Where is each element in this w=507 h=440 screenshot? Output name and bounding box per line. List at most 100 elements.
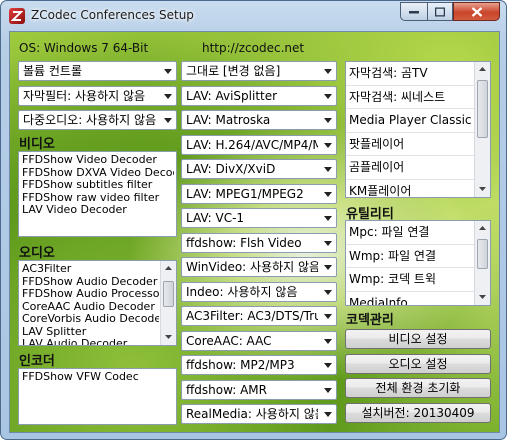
list-item[interactable]: 자막검색: 씨네스트 xyxy=(346,86,474,109)
list-item[interactable]: FFDShow Video Decoder xyxy=(22,154,174,167)
flash-video-combo[interactable]: ffdshow: Flsh Video xyxy=(181,233,337,253)
minimize-button[interactable] xyxy=(400,2,427,21)
source-filter-combo[interactable]: 그대로 [변경 없음] xyxy=(181,61,337,81)
chevron-down-icon[interactable] xyxy=(319,234,336,252)
video-settings-button[interactable]: 비디오 설정 xyxy=(345,329,491,349)
combo-value: LAV: MPEG1/MPEG2 xyxy=(186,187,304,201)
list-item[interactable]: 곰플레이어 xyxy=(346,156,474,180)
scroll-down-icon[interactable] xyxy=(475,290,490,305)
chevron-down-icon[interactable] xyxy=(319,332,336,350)
client-area: OS: Windows 7 64-Bit http://zcodec.net 볼… xyxy=(9,31,500,433)
aac-decoder-combo[interactable]: CoreAAC: AAC xyxy=(181,331,337,351)
scroll-up-icon[interactable] xyxy=(161,261,176,276)
chevron-down-icon[interactable] xyxy=(319,258,336,276)
combo-value: 다중오디오: 사용하지 않음 xyxy=(23,113,157,127)
reset-all-button[interactable]: 전체 환경 초기화 xyxy=(345,378,491,398)
chevron-down-icon[interactable] xyxy=(319,381,336,399)
list-item[interactable]: KM플레이어 xyxy=(346,180,474,198)
player-tools-list[interactable]: 자막검색: 곰TV 자막검색: 씨네스트 Media Player Classi… xyxy=(345,61,491,198)
audio-settings-button[interactable]: 오디오 설정 xyxy=(345,354,491,374)
player-list-scrollbar[interactable] xyxy=(474,62,490,197)
list-item[interactable]: 팟플레이어 xyxy=(346,133,474,156)
chevron-down-icon[interactable] xyxy=(319,209,336,227)
encoder-section-title: 인코더 xyxy=(19,354,55,369)
list-item[interactable]: CoreVorbis Audio Decoder xyxy=(22,313,159,326)
combo-value: LAV: AviSplitter xyxy=(186,89,278,103)
chevron-down-icon[interactable] xyxy=(319,160,336,178)
version-button[interactable]: 설치버전: 20130409 xyxy=(345,403,491,423)
list-item[interactable]: Media Player Classic xyxy=(346,109,474,133)
list-item[interactable]: FFDShow VFW Codec xyxy=(22,371,174,384)
maximize-button[interactable] xyxy=(427,2,453,21)
chevron-down-icon[interactable] xyxy=(319,307,336,325)
list-item[interactable]: LAV Splitter xyxy=(22,326,159,339)
amr-decoder-combo[interactable]: ffdshow: AMR xyxy=(181,380,337,400)
chevron-down-icon[interactable] xyxy=(159,87,176,105)
list-item[interactable]: FFDShow Audio Decoder xyxy=(22,276,159,289)
chevron-down-icon[interactable] xyxy=(159,62,176,80)
close-button[interactable] xyxy=(453,2,500,21)
vc1-decoder-combo[interactable]: LAV: VC-1 xyxy=(181,208,337,228)
list-item[interactable]: FFDShow subtitles filter xyxy=(22,179,174,192)
mpeg-decoder-combo[interactable]: LAV: MPEG1/MPEG2 xyxy=(181,184,337,204)
combo-value: LAV: DivX/XviD xyxy=(186,162,276,176)
indeo-combo[interactable]: Indeo: 사용하지 않음 xyxy=(181,282,337,302)
subtitle-filter-combo[interactable]: 자막필터: 사용하지 않음 xyxy=(18,86,177,106)
list-item[interactable]: CoreAAC Audio Decoder xyxy=(22,301,159,314)
chevron-down-icon[interactable] xyxy=(319,356,336,374)
scroll-thumb[interactable] xyxy=(163,281,174,307)
chevron-down-icon[interactable] xyxy=(319,62,336,80)
chevron-down-icon[interactable] xyxy=(319,111,336,129)
encoder-list[interactable]: FFDShow VFW Codec xyxy=(18,368,177,425)
h264-decoder-combo[interactable]: LAV: H.264/AVC/MP4/MP4 xyxy=(181,135,337,155)
combo-value: ffdshow: MP2/MP3 xyxy=(186,358,295,372)
divx-decoder-combo[interactable]: LAV: DivX/XviD xyxy=(181,159,337,179)
list-item[interactable]: LAV Audio Decoder xyxy=(22,338,159,345)
avi-splitter-combo[interactable]: LAV: AviSplitter xyxy=(181,86,337,106)
list-item[interactable]: FFDShow Audio Processor xyxy=(22,288,159,301)
homepage-url[interactable]: http://zcodec.net xyxy=(202,41,304,55)
chevron-down-icon[interactable] xyxy=(319,283,336,301)
video-filter-list[interactable]: FFDShow Video Decoder FFDShow DXVA Video… xyxy=(18,151,177,237)
codec-manage-section-title: 코덱관리 xyxy=(346,313,394,328)
combo-value: 자막필터: 사용하지 않음 xyxy=(23,89,146,103)
ac3-filter-combo[interactable]: AC3Filter: AC3/DTS/TrueHD xyxy=(181,306,337,326)
list-item[interactable]: Mpc: 파일 연결 xyxy=(346,221,474,245)
chevron-down-icon[interactable] xyxy=(319,136,336,154)
mp3-decoder-combo[interactable]: ffdshow: MP2/MP3 xyxy=(181,355,337,375)
list-item[interactable]: 자막검색: 곰TV xyxy=(346,62,474,86)
list-item[interactable]: MediaInfo xyxy=(346,292,474,306)
audio-section-title: 오디오 xyxy=(19,246,55,261)
matroska-combo[interactable]: LAV: Matroska xyxy=(181,110,337,130)
multi-audio-combo[interactable]: 다중오디오: 사용하지 않음 xyxy=(18,110,177,130)
chevron-down-icon[interactable] xyxy=(159,111,176,129)
scroll-thumb[interactable] xyxy=(477,80,488,138)
list-item[interactable]: AC3Filter xyxy=(22,263,159,276)
volume-control-combo[interactable]: 볼륨 컨트롤 xyxy=(18,61,177,81)
combo-value: RealMedia: 사용하지 않음 xyxy=(186,407,318,421)
scroll-up-icon[interactable] xyxy=(475,221,490,236)
combo-value: 볼륨 컨트롤 xyxy=(23,64,83,78)
video-section-title: 비디오 xyxy=(19,137,55,152)
audio-list-scrollbar[interactable] xyxy=(160,261,176,345)
scroll-down-icon[interactable] xyxy=(161,330,176,345)
combo-value: WinVideo: 사용하지 않음 xyxy=(186,260,318,274)
list-item[interactable]: Wmp: 코덱 트윅 xyxy=(346,268,474,292)
utility-list[interactable]: Mpc: 파일 연결 Wmp: 파일 연결 Wmp: 코덱 트윅 MediaIn… xyxy=(345,220,491,306)
list-item[interactable]: FFDShow DXVA Video Decoder xyxy=(22,167,174,180)
utility-list-scrollbar[interactable] xyxy=(474,221,490,305)
title-bar[interactable]: ZCodec Conferences Setup xyxy=(1,1,506,31)
winvideo-combo[interactable]: WinVideo: 사용하지 않음 xyxy=(181,257,337,277)
list-item[interactable]: Wmp: 파일 연결 xyxy=(346,245,474,268)
list-item[interactable]: FFDShow raw video filter xyxy=(22,192,174,205)
realmedia-combo[interactable]: RealMedia: 사용하지 않음 xyxy=(181,404,337,424)
chevron-down-icon[interactable] xyxy=(319,87,336,105)
audio-filter-list[interactable]: AC3Filter FFDShow Audio Decoder FFDShow … xyxy=(18,260,177,346)
scroll-up-icon[interactable] xyxy=(475,62,490,77)
chevron-down-icon[interactable] xyxy=(319,185,336,203)
scroll-thumb[interactable] xyxy=(477,239,488,269)
combo-value: 그대로 [변경 없음] xyxy=(186,64,281,78)
chevron-down-icon[interactable] xyxy=(319,405,336,423)
scroll-down-icon[interactable] xyxy=(475,182,490,197)
list-item[interactable]: LAV Video Decoder xyxy=(22,204,174,217)
